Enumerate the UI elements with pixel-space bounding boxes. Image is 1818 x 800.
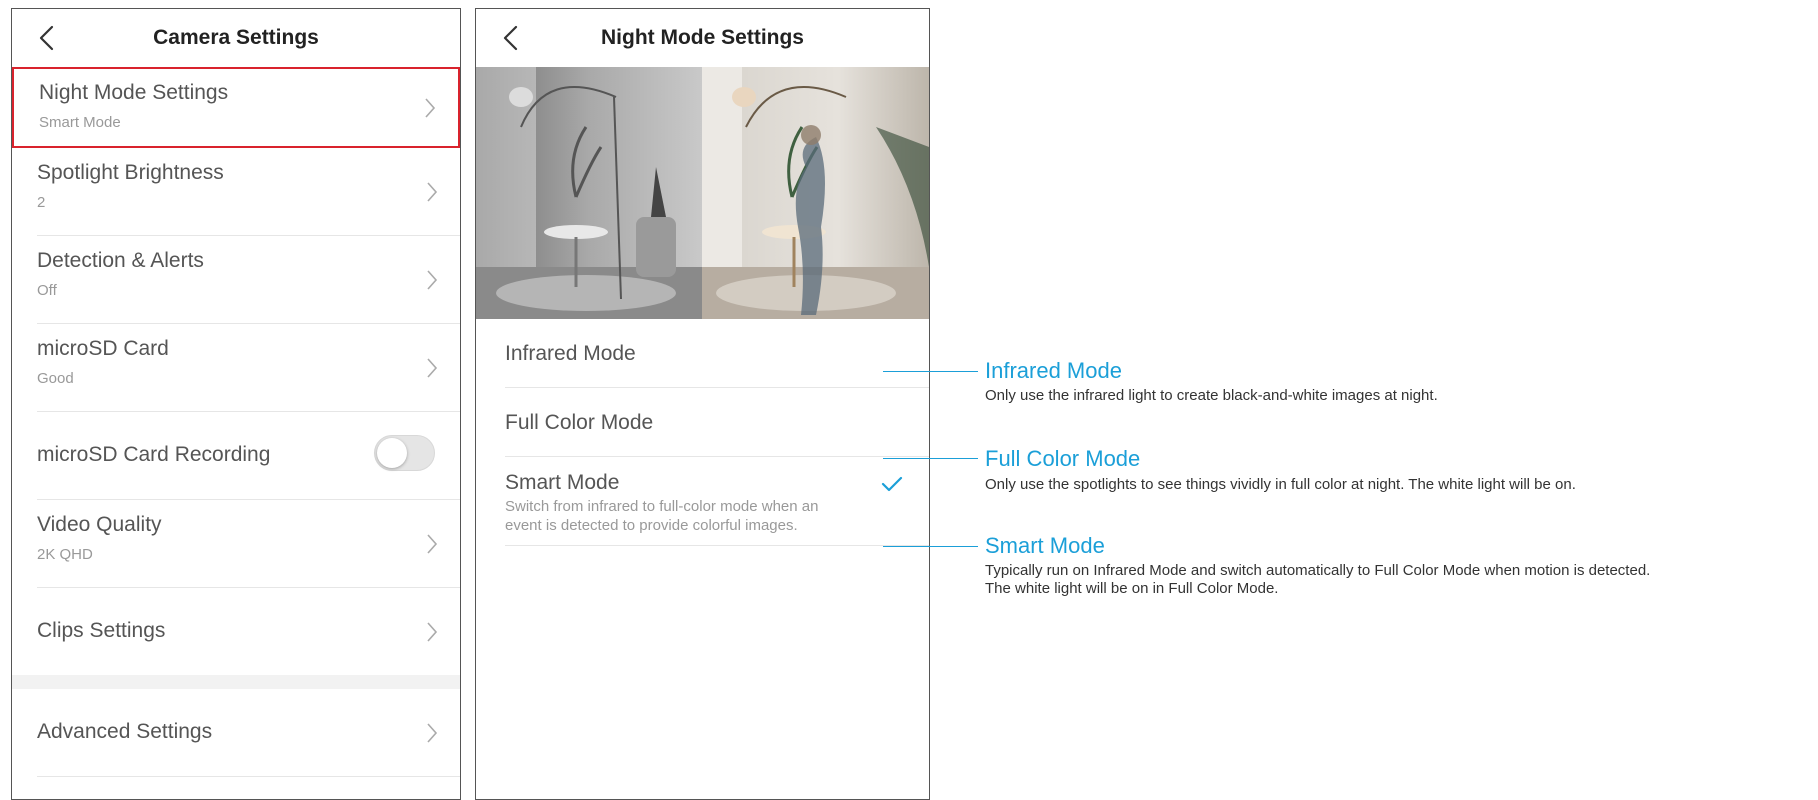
microsd-recording-toggle[interactable]	[374, 435, 435, 471]
annotation-text: Only use the spotlights to see things vi…	[985, 476, 1576, 493]
annotation-connector	[883, 458, 978, 459]
settings-item-night-mode[interactable]: Night Mode Settings Smart Mode	[12, 67, 460, 148]
checkmark-icon	[881, 476, 903, 492]
chevron-right-icon	[427, 358, 438, 378]
chevron-right-icon	[427, 622, 438, 642]
settings-item-microsd-recording: microSD Card Recording	[37, 412, 460, 500]
settings-item-label: microSD Card Recording	[37, 443, 271, 466]
toggle-knob	[377, 438, 407, 468]
settings-item-microsd-card[interactable]: microSD Card Good	[37, 324, 460, 412]
settings-item-label: Spotlight Brightness	[37, 161, 224, 184]
settings-item-value: 2K QHD	[37, 546, 93, 563]
settings-item-advanced[interactable]: Advanced Settings	[37, 689, 460, 777]
settings-item-label: Advanced Settings	[37, 720, 213, 743]
chevron-right-icon	[427, 182, 438, 202]
annotation-connector	[883, 546, 978, 547]
chevron-right-icon	[427, 723, 438, 743]
annotation-text-line: Typically run on Infrared Mode and switc…	[985, 562, 1651, 579]
settings-item-label: Video Quality	[37, 513, 162, 536]
camera-settings-screen: Camera Settings Night Mode Settings Smar…	[11, 8, 461, 800]
settings-item-value: Good	[37, 370, 74, 387]
mode-option-label: Infrared Mode	[505, 342, 636, 365]
annotation-text: Only use the infrared light to create bl…	[985, 387, 1438, 404]
settings-item-value: Smart Mode	[39, 114, 121, 131]
settings-item-video-quality[interactable]: Video Quality 2K QHD	[37, 500, 460, 588]
settings-item-label: microSD Card	[37, 337, 169, 360]
page-title: Night Mode Settings	[601, 26, 804, 49]
mode-option-label: Full Color Mode	[505, 411, 654, 434]
top-bar: Camera Settings	[12, 9, 460, 67]
mode-option-smart[interactable]: Smart Mode Switch from infrared to full-…	[505, 457, 929, 546]
settings-item-detection-alerts[interactable]: Detection & Alerts Off	[37, 236, 460, 324]
chevron-right-icon	[425, 98, 436, 118]
chevron-right-icon	[427, 534, 438, 554]
night-mode-preview-image	[476, 67, 929, 319]
mode-option-description-line: Switch from infrared to full-color mode …	[505, 498, 819, 515]
top-bar: Night Mode Settings	[476, 9, 929, 67]
annotation-text: Typically run on Infrared Mode and switc…	[985, 562, 1815, 598]
mode-option-description-line: event is detected to provide colorful im…	[505, 517, 798, 534]
chevron-right-icon	[427, 270, 438, 290]
room-comparison-illustration	[476, 67, 929, 319]
annotation-title: Smart Mode	[985, 533, 1105, 558]
annotation-text-line: The white light will be on in Full Color…	[985, 580, 1279, 597]
section-divider	[12, 675, 460, 689]
settings-item-label: Detection & Alerts	[37, 249, 204, 272]
settings-item-label: Night Mode Settings	[39, 81, 229, 104]
mode-option-infrared[interactable]: Infrared Mode	[505, 319, 929, 388]
settings-item-spotlight-brightness[interactable]: Spotlight Brightness 2	[37, 148, 460, 236]
annotation-title: Infrared Mode	[985, 358, 1122, 383]
settings-item-clips[interactable]: Clips Settings	[37, 588, 460, 675]
settings-item-value: 2	[37, 194, 46, 211]
annotation-connector	[883, 371, 978, 372]
night-mode-settings-screen: Night Mode Settings Infrared Mode Full C…	[475, 8, 930, 800]
page-title: Camera Settings	[153, 26, 319, 49]
annotation-title: Full Color Mode	[985, 446, 1141, 471]
mode-option-label: Smart Mode	[505, 471, 620, 494]
mode-option-full-color[interactable]: Full Color Mode	[505, 388, 929, 457]
settings-item-value: Off	[37, 282, 57, 299]
settings-item-label: Clips Settings	[37, 619, 166, 642]
mode-option-description: Switch from infrared to full-color mode …	[505, 497, 885, 535]
